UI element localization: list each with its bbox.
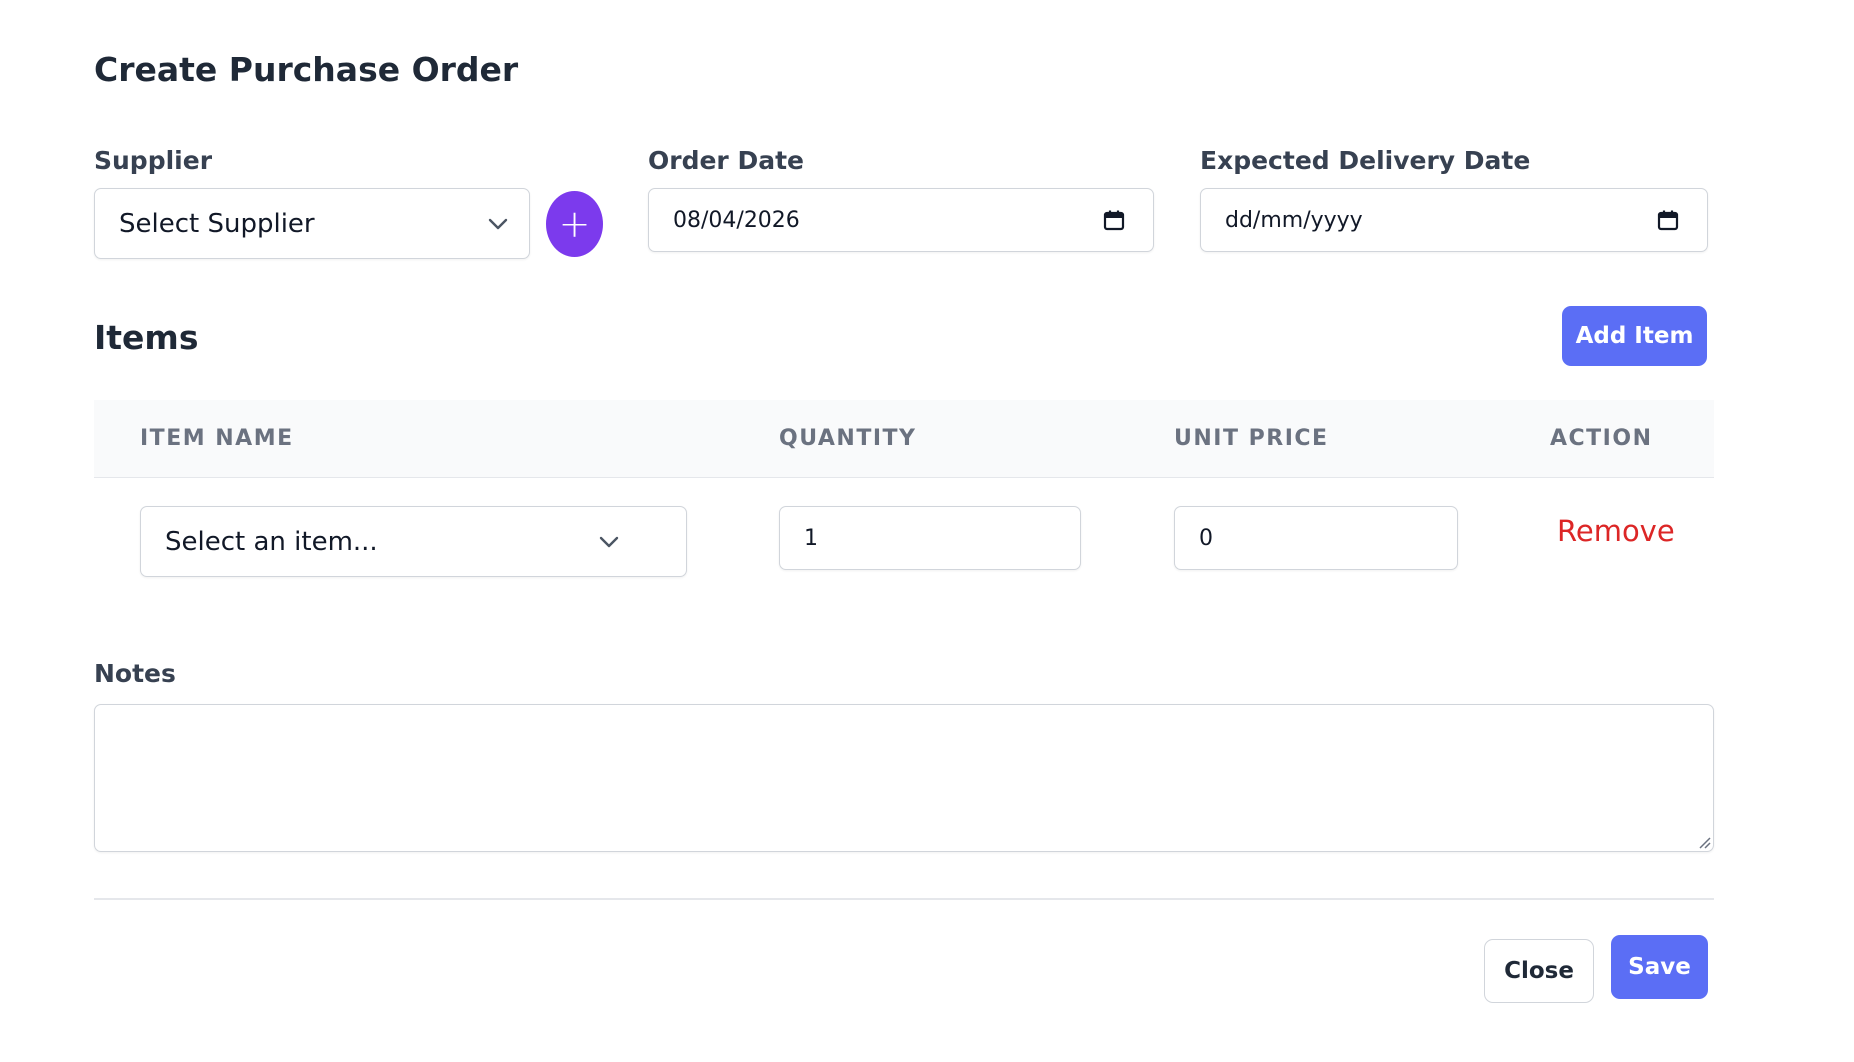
remove-item-link[interactable]: Remove <box>1557 514 1675 548</box>
calendar-icon[interactable] <box>1657 209 1679 231</box>
order-date-value: 08/04/2026 <box>673 207 800 233</box>
unit-price-value: 0 <box>1199 525 1213 551</box>
column-header-action: ACTION <box>1550 426 1653 451</box>
order-date-input[interactable]: 08/04/2026 <box>648 188 1154 252</box>
item-name-select-value: Select an item... <box>165 526 378 557</box>
order-date-label: Order Date <box>648 146 804 175</box>
column-header-quantity: QUANTITY <box>779 426 917 451</box>
items-section-title: Items <box>94 318 199 357</box>
items-table-header: ITEM NAME QUANTITY UNIT PRICE ACTION <box>94 400 1714 478</box>
resize-grip-icon[interactable] <box>1697 835 1711 849</box>
column-header-item-name: ITEM NAME <box>140 426 294 451</box>
notes-label: Notes <box>94 659 176 688</box>
add-item-button[interactable]: Add Item <box>1562 306 1707 366</box>
chevron-down-icon <box>599 536 619 547</box>
item-name-select[interactable]: Select an item... <box>140 506 687 577</box>
expected-delivery-date-input[interactable]: dd/mm/yyyy <box>1200 188 1708 252</box>
close-button[interactable]: Close <box>1484 939 1594 1003</box>
expected-delivery-date-value: dd/mm/yyyy <box>1225 207 1363 233</box>
supplier-select-value: Select Supplier <box>119 208 315 239</box>
calendar-icon[interactable] <box>1103 209 1125 231</box>
notes-textarea[interactable] <box>94 704 1714 852</box>
column-header-unit-price: UNIT PRICE <box>1174 426 1329 451</box>
supplier-label: Supplier <box>94 146 213 175</box>
supplier-select[interactable]: Select Supplier <box>94 188 530 259</box>
plus-icon: + <box>558 202 591 246</box>
unit-price-input[interactable]: 0 <box>1174 506 1458 570</box>
create-purchase-order-modal: Create Purchase Order Supplier Select Su… <box>0 0 1854 1062</box>
modal-title: Create Purchase Order <box>94 50 519 89</box>
expected-delivery-date-label: Expected Delivery Date <box>1200 146 1531 175</box>
save-button[interactable]: Save <box>1611 935 1708 999</box>
footer-divider <box>94 898 1714 900</box>
quantity-value: 1 <box>804 525 818 551</box>
quantity-input[interactable]: 1 <box>779 506 1081 570</box>
add-supplier-button[interactable]: + <box>546 191 603 257</box>
chevron-down-icon <box>488 218 508 229</box>
